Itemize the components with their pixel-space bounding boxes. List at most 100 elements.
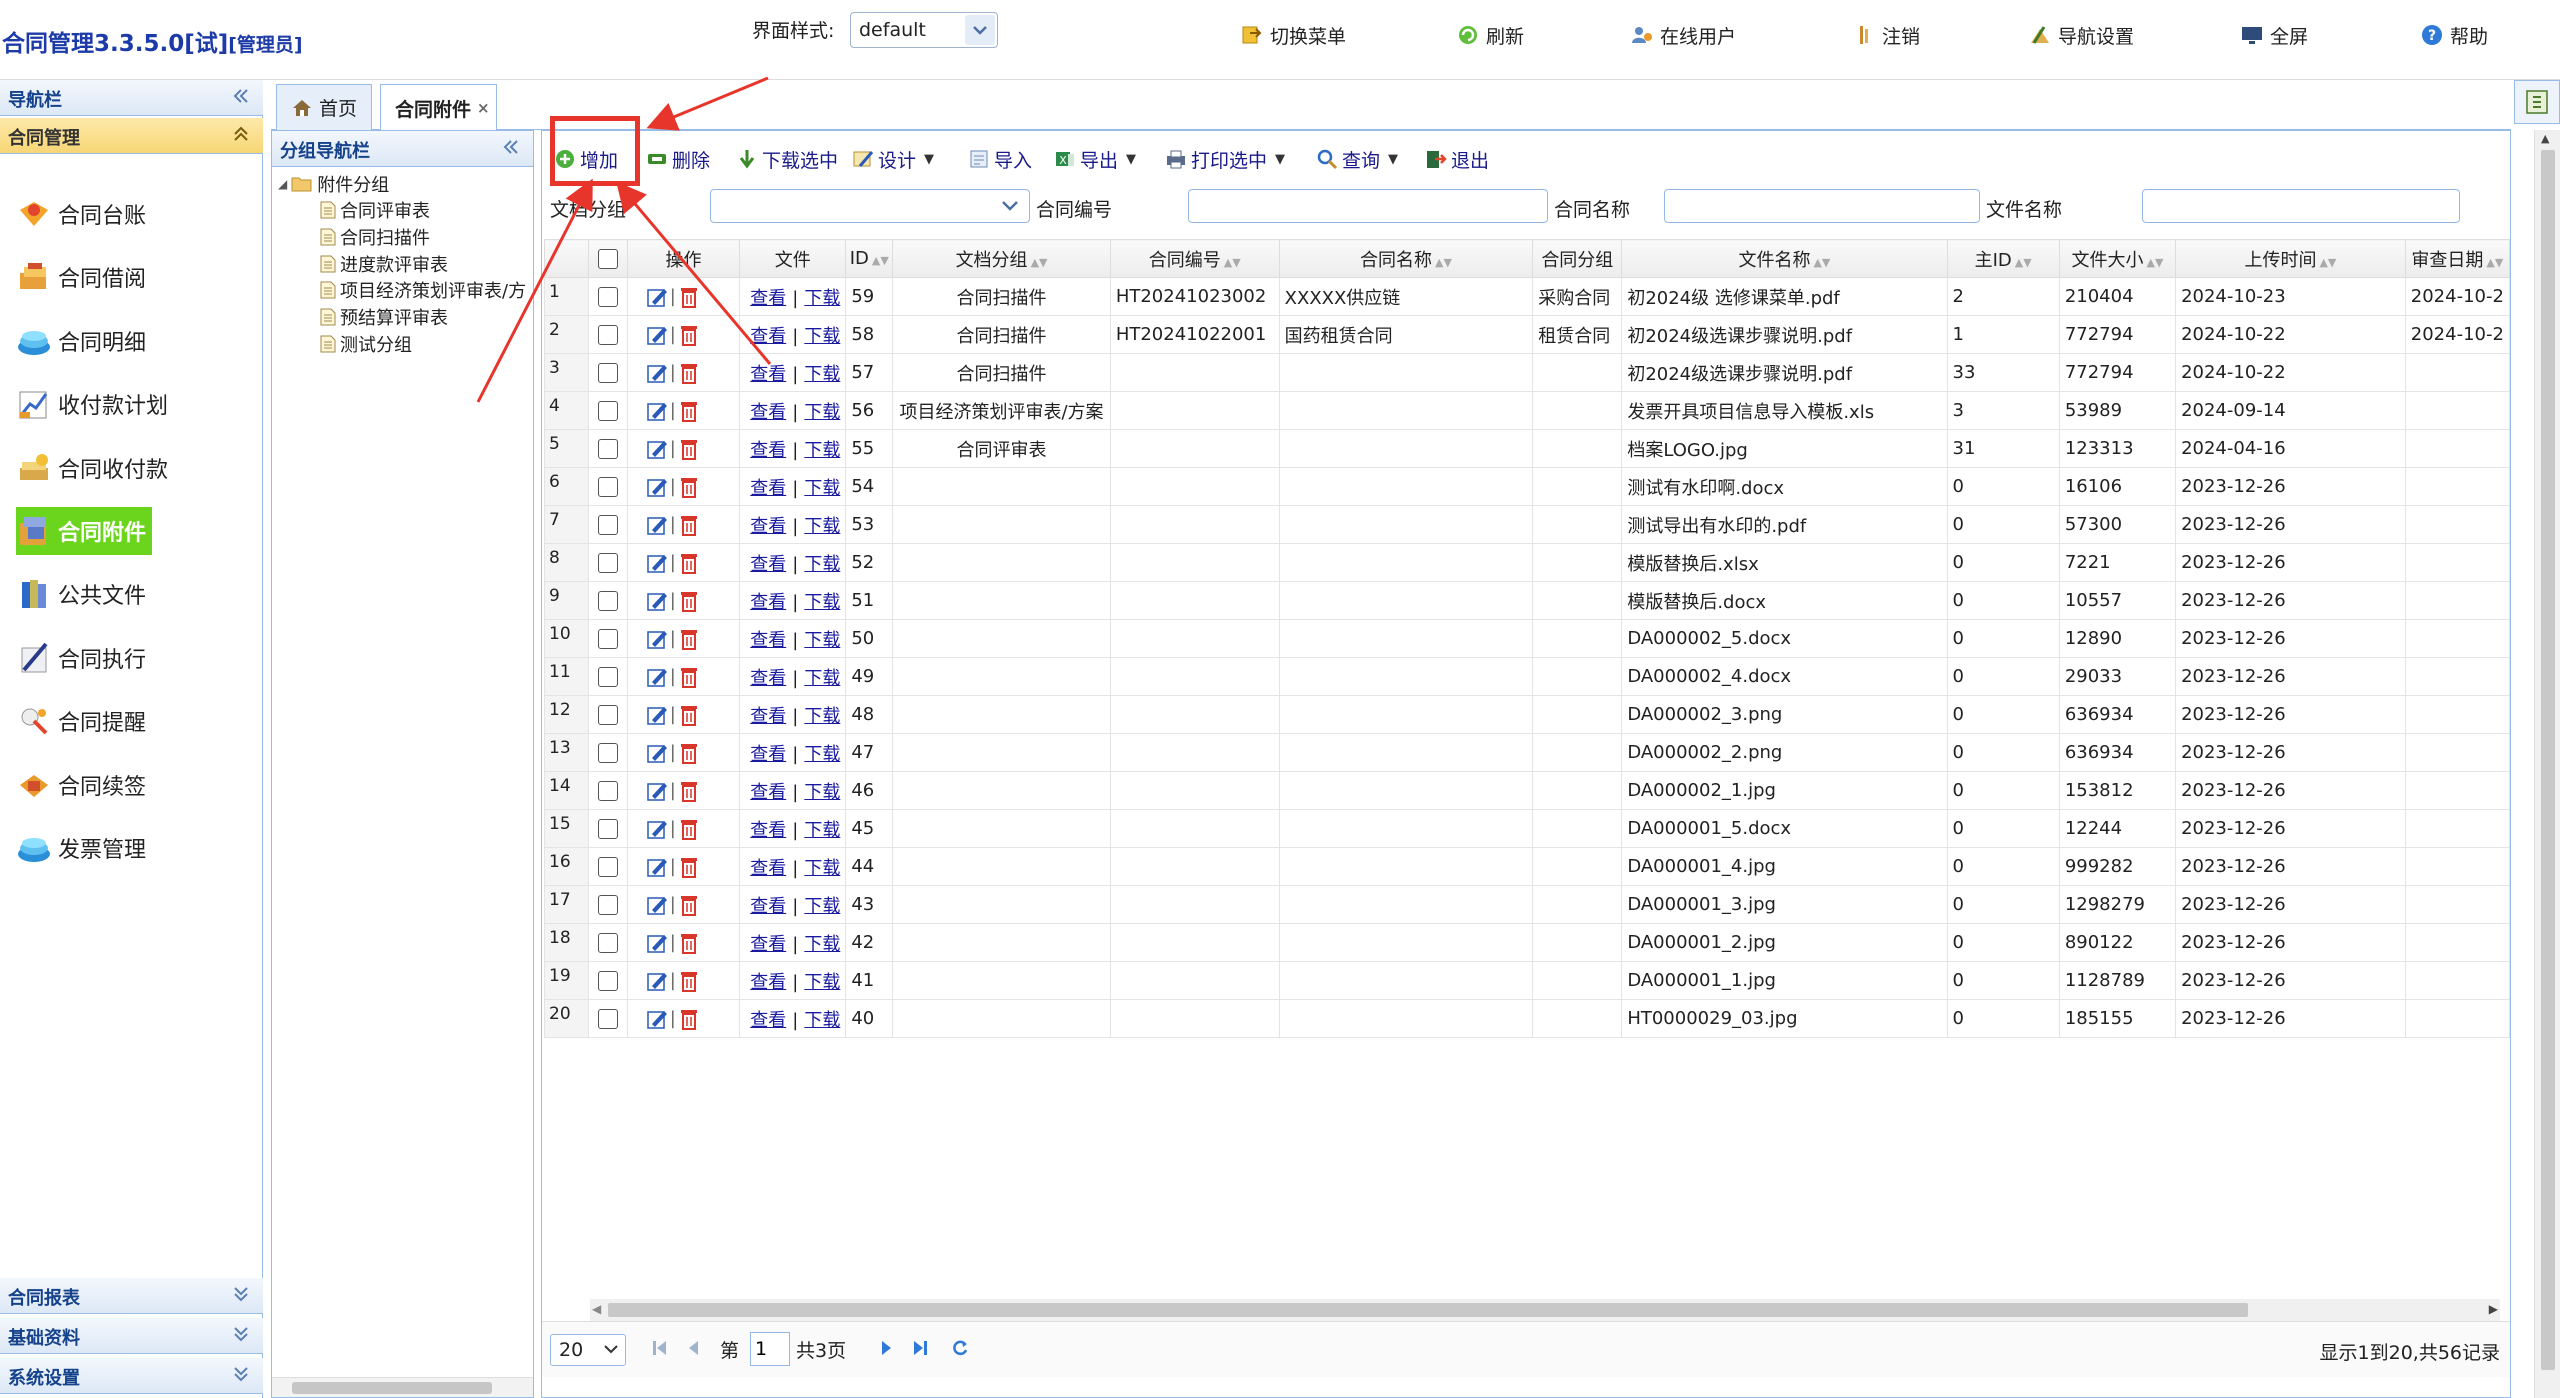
column-header[interactable]: ID ▲▼ <box>845 239 894 278</box>
view-link[interactable]: 查看 <box>750 478 786 499</box>
view-link[interactable]: 查看 <box>750 1010 786 1031</box>
row-checkbox[interactable] <box>597 894 618 915</box>
row-checkbox-cell[interactable] <box>588 695 628 734</box>
trash-icon[interactable] <box>678 665 700 689</box>
table-row[interactable]: 12 | 查看 | 下载 48 DA000002_3.png 0 636934 2023-12-2… <box>544 695 2510 734</box>
contract-name-input[interactable] <box>1664 189 1980 223</box>
column-header[interactable]: 文档分组 ▲▼ <box>892 239 1111 278</box>
trash-icon[interactable] <box>678 551 700 575</box>
online-users-button[interactable]: 在线用户 <box>1630 20 1736 50</box>
column-header[interactable]: 上传时间 ▲▼ <box>2175 239 2406 278</box>
trash-icon[interactable] <box>678 475 700 499</box>
table-row[interactable]: 20 | 查看 | 下载 40 HT0000029_03.jpg 0 185155 2023-12… <box>544 999 2510 1038</box>
edit-icon[interactable] <box>646 476 668 498</box>
trash-icon[interactable] <box>678 285 700 309</box>
view-link[interactable]: 查看 <box>750 668 786 689</box>
next-page-icon[interactable] <box>876 1338 896 1358</box>
row-checkbox-cell[interactable] <box>588 505 628 544</box>
row-checkbox-cell[interactable] <box>588 999 628 1038</box>
row-checkbox[interactable] <box>597 400 618 421</box>
download-link[interactable]: 下载 <box>804 630 840 651</box>
table-row[interactable]: 16 | 查看 | 下载 44 DA000001_4.jpg 0 999282 2023-12-2… <box>544 847 2510 886</box>
table-hscrollbar[interactable]: ◀ ▶ <box>590 1299 2500 1321</box>
scroll-thumb[interactable] <box>292 1382 492 1394</box>
exit-button[interactable]: 退出 <box>1425 143 1489 175</box>
row-checkbox-cell[interactable] <box>588 277 628 316</box>
view-link[interactable]: 查看 <box>750 896 786 917</box>
nav-item-contract-reminder[interactable]: 合同提醒 <box>16 697 152 745</box>
export-button[interactable]: X 导出 ▼ <box>1054 143 1136 175</box>
column-header[interactable]: 主ID ▲▼ <box>1946 239 2060 278</box>
table-row[interactable]: 10 | 查看 | 下载 50 DA000002_5.docx 0 12890 2023-12-2… <box>544 619 2510 658</box>
logout-button[interactable]: 注销 <box>1852 20 1920 50</box>
edit-icon[interactable] <box>646 932 668 954</box>
table-row[interactable]: 5 | 查看 | 下载 55 合同评审表 档案LOGO.jpg 31 123313 2024-04-… <box>544 429 2510 468</box>
help-button[interactable]: ? 帮助 <box>2420 20 2488 50</box>
row-checkbox-cell[interactable] <box>588 961 628 1000</box>
view-link[interactable]: 查看 <box>750 630 786 651</box>
view-link[interactable]: 查看 <box>750 858 786 879</box>
view-link[interactable]: 查看 <box>750 782 786 803</box>
download-link[interactable]: 下载 <box>804 554 840 575</box>
trash-icon[interactable] <box>678 893 700 917</box>
row-checkbox-cell[interactable] <box>588 391 628 430</box>
column-header[interactable]: 合同分组 <box>1532 239 1623 278</box>
trash-icon[interactable] <box>678 589 700 613</box>
edit-icon[interactable] <box>646 1008 668 1030</box>
select-all-checkbox[interactable] <box>597 248 618 269</box>
column-header[interactable]: 合同名称 ▲▼ <box>1278 239 1534 278</box>
edit-icon[interactable] <box>646 552 668 574</box>
row-checkbox[interactable] <box>597 286 618 307</box>
view-link[interactable]: 查看 <box>750 326 786 347</box>
select-all-header[interactable] <box>588 239 628 278</box>
row-checkbox-cell[interactable] <box>588 315 628 354</box>
table-row[interactable]: 17 | 查看 | 下载 43 DA000001_3.jpg 0 1298279 2023-12-… <box>544 885 2510 924</box>
tree-node[interactable]: 合同扫描件 <box>320 224 430 250</box>
style-select[interactable]: default <box>850 12 998 48</box>
view-link[interactable]: 查看 <box>750 554 786 575</box>
edit-icon[interactable] <box>646 590 668 612</box>
edit-icon[interactable] <box>646 704 668 726</box>
trash-icon[interactable] <box>678 361 700 385</box>
table-row[interactable]: 6 | 查看 | 下载 54 测试有水印啊.docx 0 16106 2023-12-26 <box>544 467 2510 506</box>
edit-icon[interactable] <box>646 666 668 688</box>
first-page-icon[interactable] <box>650 1338 670 1358</box>
row-checkbox-cell[interactable] <box>588 657 628 696</box>
add-button[interactable]: 增加 <box>554 143 618 175</box>
scroll-left-arrow-icon[interactable]: ◀ <box>592 1302 601 1316</box>
switch-menu-button[interactable]: 切换菜单 <box>1240 20 1346 50</box>
collapse-group-icon[interactable] <box>501 137 521 157</box>
table-row[interactable]: 4 | 查看 | 下载 56 项目经济策划评审表/方案 发票开具项目信息导入模板.xls 3 53… <box>544 391 2510 430</box>
edit-icon[interactable] <box>646 856 668 878</box>
tree-node[interactable]: 测试分组 <box>320 331 412 357</box>
edit-icon[interactable] <box>646 324 668 346</box>
row-checkbox[interactable] <box>597 856 618 877</box>
section-contract-management[interactable]: 合同管理 <box>0 118 263 154</box>
close-icon[interactable]: × <box>477 99 490 117</box>
tree-node[interactable]: 项目经济策划评审表/方 <box>320 277 526 303</box>
page-number-input[interactable] <box>750 1332 790 1366</box>
trash-icon[interactable] <box>678 931 700 955</box>
row-checkbox-cell[interactable] <box>588 847 628 886</box>
row-checkbox-cell[interactable] <box>588 923 628 962</box>
download-link[interactable]: 下载 <box>804 326 840 347</box>
row-checkbox[interactable] <box>597 742 618 763</box>
scroll-thumb[interactable] <box>2541 150 2555 1370</box>
download-link[interactable]: 下载 <box>804 706 840 727</box>
download-link[interactable]: 下载 <box>804 744 840 765</box>
row-checkbox-cell[interactable] <box>588 353 628 392</box>
page-size-select[interactable]: 20 <box>550 1334 626 1366</box>
download-link[interactable]: 下载 <box>804 364 840 385</box>
row-checkbox[interactable] <box>597 704 618 725</box>
tab-contract-attachment[interactable]: 合同附件 × <box>380 84 497 131</box>
row-checkbox[interactable] <box>597 780 618 801</box>
edit-icon[interactable] <box>646 438 668 460</box>
trash-icon[interactable] <box>678 437 700 461</box>
edit-icon[interactable] <box>646 970 668 992</box>
nav-item-public-files[interactable]: 公共文件 <box>16 570 152 618</box>
edit-icon[interactable] <box>646 400 668 422</box>
contract-no-input[interactable] <box>1188 189 1548 223</box>
view-link[interactable]: 查看 <box>750 706 786 727</box>
trash-icon[interactable] <box>678 969 700 993</box>
view-link[interactable]: 查看 <box>750 972 786 993</box>
